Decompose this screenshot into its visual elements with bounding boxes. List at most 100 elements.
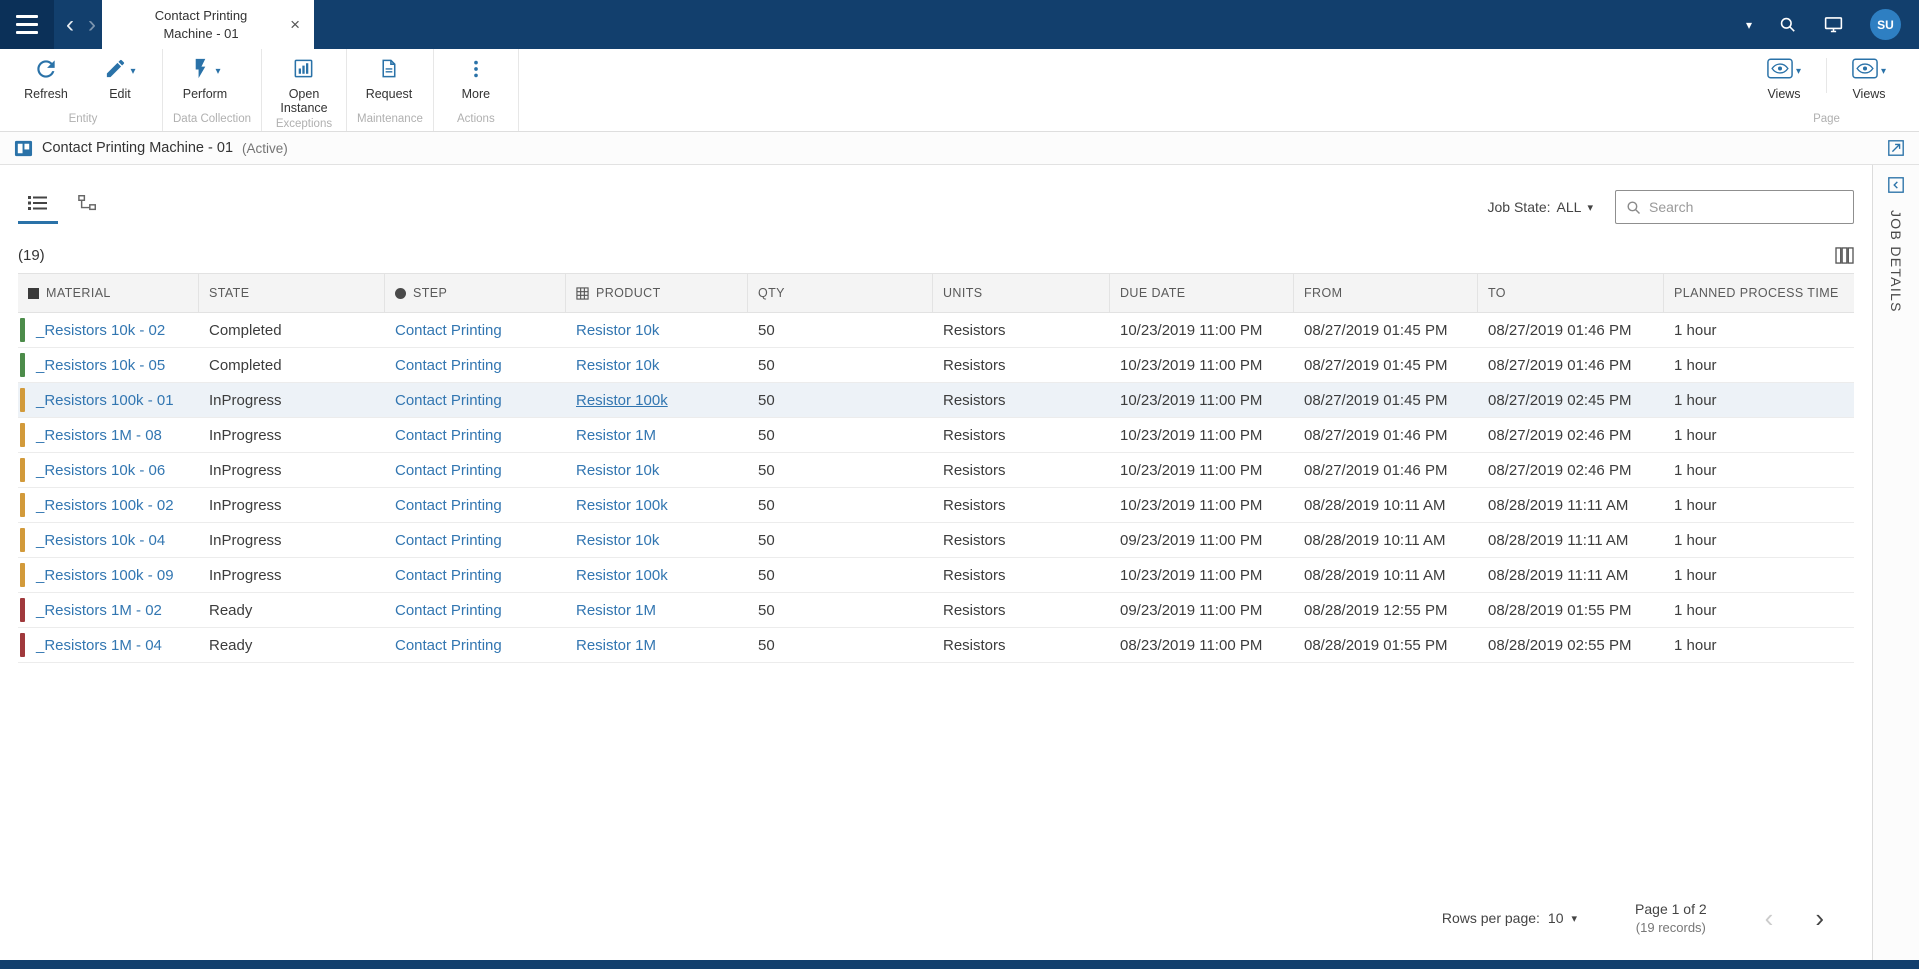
monitor-icon[interactable] [1823, 14, 1844, 35]
column-header-label: PLANNED PROCESS TIME [1674, 286, 1839, 300]
open-instance-button[interactable]: Open Instance [268, 56, 340, 116]
step-link[interactable]: Contact Printing [395, 532, 502, 549]
product-link[interactable]: Resistor 100k [576, 567, 668, 584]
product-link[interactable]: Resistor 1M [576, 602, 656, 619]
ribbon-group-label-actions: Actions [456, 113, 495, 125]
previous-page-icon[interactable]: ‹ [1765, 905, 1774, 931]
more-button[interactable]: More [440, 56, 512, 101]
cell-planned-process-time: 1 hour [1674, 461, 1717, 479]
status-accent-bar [20, 563, 25, 587]
edit-button[interactable]: ▾ Edit [84, 56, 156, 101]
cell-step: Contact Printing [385, 523, 566, 557]
table-row[interactable]: _Resistors 1M - 08 InProgress Contact Prin… [18, 418, 1854, 453]
product-link[interactable]: Resistor 10k [576, 357, 659, 374]
material-link[interactable]: _Resistors 1M - 02 [36, 602, 162, 619]
material-link[interactable]: _Resistors 10k - 06 [36, 462, 165, 479]
material-link[interactable]: _Resistors 1M - 08 [36, 427, 162, 444]
column-header-planned-process-time[interactable]: PLANNED PROCESS TIME [1664, 274, 1854, 312]
search-icon[interactable] [1778, 15, 1797, 34]
material-link[interactable]: _Resistors 100k - 01 [36, 392, 174, 409]
column-chooser-icon[interactable] [1835, 247, 1854, 264]
forward-chevron-icon[interactable]: › [88, 12, 96, 37]
request-button[interactable]: Request [353, 56, 425, 101]
product-link[interactable]: Resistor 10k [576, 532, 659, 549]
column-header-from[interactable]: FROM [1294, 274, 1478, 312]
product-link[interactable]: Resistor 10k [576, 462, 659, 479]
refresh-button[interactable]: Refresh [10, 56, 82, 101]
column-header-step[interactable]: STEP [385, 274, 566, 312]
entity-header: Contact Printing Machine - 01 (Active) [0, 132, 1919, 165]
material-link[interactable]: _Resistors 10k - 04 [36, 532, 165, 549]
caret-down-icon: ▾ [1587, 201, 1593, 214]
expand-panel-icon[interactable] [1887, 176, 1905, 194]
material-link[interactable]: _Resistors 10k - 02 [36, 322, 165, 339]
table-row[interactable]: _Resistors 1M - 02 Ready Contact Printing R… [18, 593, 1854, 628]
views-button-1[interactable]: ▾ Views [1748, 56, 1820, 101]
product-link[interactable]: Resistor 1M [576, 637, 656, 654]
cell-from: 08/28/2019 10:11 AM [1304, 496, 1446, 514]
perform-button[interactable]: ▾ Perform [169, 56, 241, 101]
ribbon-group-label-entity: Entity [68, 113, 98, 125]
material-link[interactable]: _Resistors 1M - 04 [36, 637, 162, 654]
cell-material: _Resistors 100k - 09 [18, 558, 199, 592]
cell-due-date: 10/23/2019 11:00 PM [1120, 321, 1263, 339]
product-link[interactable]: Resistor 100k [576, 497, 668, 514]
step-link[interactable]: Contact Printing [395, 462, 502, 479]
column-header-due-date[interactable]: DUE DATE [1110, 274, 1294, 312]
column-header-product[interactable]: PRODUCT [566, 274, 748, 312]
product-link[interactable]: Resistor 10k [576, 322, 659, 339]
material-link[interactable]: _Resistors 10k - 05 [36, 357, 165, 374]
table-row[interactable]: _Resistors 100k - 02 InProgress Contact Pr… [18, 488, 1854, 523]
material-link[interactable]: _Resistors 100k - 02 [36, 497, 174, 514]
step-link[interactable]: Contact Printing [395, 637, 502, 654]
step-link[interactable]: Contact Printing [395, 427, 502, 444]
table-row[interactable]: _Resistors 100k - 01 InProgress Contact Pr… [18, 383, 1854, 418]
hamburger-menu-icon[interactable] [0, 0, 54, 49]
open-panel-icon[interactable] [1887, 139, 1905, 157]
table-row[interactable]: _Resistors 10k - 04 InProgress Contact Pri… [18, 523, 1854, 558]
product-grid-icon [576, 286, 589, 300]
hierarchy-view-toggle[interactable] [68, 190, 108, 224]
table-row[interactable]: _Resistors 1M - 04 Ready Contact Printing R… [18, 628, 1854, 663]
status-accent-bar [20, 353, 25, 377]
close-icon[interactable]: × [286, 13, 304, 37]
views-button-2[interactable]: ▾ Views [1833, 56, 1905, 101]
cell-material: _Resistors 10k - 04 [18, 523, 199, 557]
job-state-filter[interactable]: Job State: ALL ▾ [1488, 199, 1594, 215]
back-chevron-icon[interactable]: ‹ [66, 12, 74, 37]
column-header-qty[interactable]: QTY [748, 274, 933, 312]
step-link[interactable]: Contact Printing [395, 322, 502, 339]
ribbon-group-maintenance: Request Maintenance [347, 49, 434, 131]
rows-per-page-select[interactable]: Rows per page: 10 ▾ [1442, 910, 1577, 926]
tab-title-line2: Machine - 01 [163, 25, 239, 41]
entity-title: Contact Printing Machine - 01 [42, 140, 234, 156]
material-link[interactable]: _Resistors 100k - 09 [36, 567, 174, 584]
column-header-material[interactable]: MATERIAL [18, 274, 199, 312]
records-count-text: (19 records) [1635, 920, 1706, 936]
column-header-state[interactable]: STATE [199, 274, 385, 312]
step-link[interactable]: Contact Printing [395, 497, 502, 514]
page-number-text: Page 1 of 2 [1635, 900, 1707, 917]
step-link[interactable]: Contact Printing [395, 392, 502, 409]
column-header-label: STEP [413, 286, 448, 300]
product-link[interactable]: Resistor 1M [576, 427, 656, 444]
tab-contact-printing-machine[interactable]: Contact Printing Machine - 01 × [102, 0, 314, 49]
chevron-down-icon[interactable]: ▾ [1746, 18, 1752, 32]
table-row[interactable]: _Resistors 10k - 05 Completed Contact Prin… [18, 348, 1854, 383]
status-accent-bar [20, 388, 25, 412]
table-row[interactable]: _Resistors 10k - 06 InProgress Contact Pri… [18, 453, 1854, 488]
record-count: (19) [18, 247, 45, 264]
column-header-units[interactable]: UNITS [933, 274, 1110, 312]
column-header-to[interactable]: TO [1478, 274, 1664, 312]
list-view-toggle[interactable] [18, 190, 58, 224]
list-view-icon [27, 194, 49, 217]
step-link[interactable]: Contact Printing [395, 357, 502, 374]
search-input[interactable] [1649, 199, 1844, 215]
step-link[interactable]: Contact Printing [395, 602, 502, 619]
table-row[interactable]: _Resistors 10k - 02 Completed Contact Prin… [18, 313, 1854, 348]
user-avatar[interactable]: SU [1870, 9, 1901, 40]
step-link[interactable]: Contact Printing [395, 567, 502, 584]
product-link[interactable]: Resistor 100k [576, 392, 668, 409]
next-page-icon[interactable]: › [1815, 905, 1824, 931]
table-row[interactable]: _Resistors 100k - 09 InProgress Contact Pr… [18, 558, 1854, 593]
